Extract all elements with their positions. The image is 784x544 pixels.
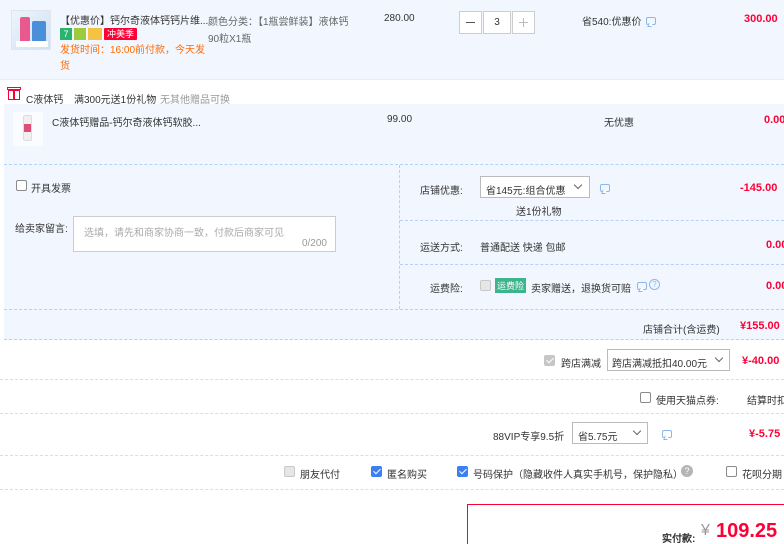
insurance-tag: 运费险 (495, 278, 527, 293)
vip-label: 88VIP专享9.5折 (493, 432, 565, 443)
vip-info-icon[interactable] (662, 430, 672, 438)
points-row: 使用天猫点券: 结算时扣 (0, 380, 784, 414)
insurance-text: 卖家赠送，退换货可赔 (531, 284, 631, 295)
footer-options-row: 朋友代付 匿名购买 号码保护（隐藏收件人真实手机号，保护隐私） ? 花呗分期 (0, 456, 784, 490)
store-discount-section: 店铺优惠: 省145元:组合优惠 送1份礼物 -145.00 (400, 165, 784, 221)
vip-amount: ¥-5.75 (749, 428, 781, 440)
total-box: 实付款: ¥ 109.25 (467, 504, 784, 544)
total-label: 实付款: (662, 534, 696, 544)
message-label: 给卖家留言: (15, 224, 68, 235)
seller-message-input[interactable]: 选填，请先和商家协商一致，付款后商家可见 0/200 (73, 216, 336, 252)
order-item-row-2: C液体钙赠品-钙尔奇液体钙软胶... 99.00 无优惠 0.00 (4, 104, 784, 164)
store-discount-sub: 送1份礼物 (516, 207, 562, 218)
anonymous-label: 匿名购买 (387, 470, 427, 481)
chevron-down-icon (573, 180, 583, 190)
cross-store-row: 跨店满减 跨店满减抵扣40.00元 ¥-40.00 (0, 340, 784, 380)
promo-icon-card (88, 28, 102, 40)
insurance-msg-icon[interactable] (637, 282, 647, 290)
huabei-label: 花呗分期 (742, 470, 782, 481)
friend-pay-label: 朋友代付 (300, 470, 340, 481)
privacy-checkbox[interactable] (457, 466, 468, 477)
days-badge: 7 (60, 28, 72, 40)
privacy-label: 号码保护（隐藏收件人真实手机号，保护隐私） (473, 470, 683, 481)
ship-time-notice: 发货时间：16:00前付款，今天发货 (60, 45, 206, 72)
store-total-row: 店铺合计(含运费) ¥155.00 (4, 309, 784, 341)
insurance-label: 运费险: (430, 284, 463, 295)
gift-icon (7, 87, 21, 100)
spec-line-2: 90粒X1瓶 (208, 34, 252, 45)
cross-store-amount: ¥-40.00 (742, 355, 780, 367)
shipping-label: 运送方式: (420, 243, 463, 254)
store-discount-label: 店铺优惠: (420, 186, 463, 197)
vip-select[interactable]: 省5.75元 (572, 422, 648, 444)
message-counter: 0/200 (301, 238, 327, 249)
quantity-input[interactable]: 3 (483, 11, 511, 34)
invoice-checkbox[interactable] (16, 180, 27, 191)
gift-thumbnail[interactable] (13, 112, 43, 146)
badge-row: 7 冲美季 (60, 28, 138, 40)
insurance-section: 运费险: 运费险 卖家赠送，退换货可赔 ? 0.00 (400, 265, 784, 309)
chevron-down-icon (632, 426, 642, 436)
product-thumbnail[interactable] (11, 10, 51, 50)
left-options: 开具发票 给卖家留言: 选填，请先和商家协商一致，付款后商家可见 0/200 (4, 165, 400, 309)
store-discount-select[interactable]: 省145元:组合优惠 (480, 176, 590, 198)
event-badge: 冲美季 (104, 28, 138, 40)
right-options: 店铺优惠: 省145元:组合优惠 送1份礼物 -145.00 运送方式: 普通配… (400, 165, 784, 309)
increase-button[interactable] (512, 11, 535, 34)
points-label: 使用天猫点券: (656, 396, 719, 407)
friend-pay-checkbox (284, 466, 295, 477)
points-checkbox[interactable] (640, 392, 651, 403)
gift-title-link[interactable]: C液体钙赠品-钙尔奇液体钙软胶... (52, 114, 201, 129)
item-discount: 省540:优惠价 (582, 17, 642, 28)
unit-price: 280.00 (384, 13, 415, 24)
gift-discount: 无优惠 (604, 118, 634, 129)
shipping-section: 运送方式: 普通配送 快递 包邮 0.00 (400, 221, 784, 265)
store-total-value: ¥155.00 (740, 320, 780, 332)
invoice-label: 开具发票 (31, 184, 71, 195)
gift-promo-bar: C液体钙 满300元送1份礼物 无其他赠品可换 (0, 80, 784, 106)
total-currency: ¥ (701, 522, 710, 539)
help-icon[interactable]: ? (649, 279, 660, 290)
discount-info-icon[interactable] (646, 17, 656, 25)
order-options-panel: 开具发票 给卖家留言: 选填，请先和商家协商一致，付款后商家可见 0/200 店… (4, 164, 784, 340)
cross-store-label: 跨店满减 (561, 359, 601, 370)
points-note: 结算时扣 (747, 396, 784, 407)
decrease-button[interactable] (459, 11, 482, 34)
privacy-help-icon[interactable]: ? (681, 465, 693, 477)
product-title-link[interactable]: 【优惠价】钙尔奇液体钙钙片维... (60, 12, 210, 27)
promo-icon-green (74, 28, 86, 40)
cross-store-checkbox (544, 355, 555, 366)
total-value: 109.25 (716, 520, 778, 542)
huabei-checkbox[interactable] (726, 466, 737, 477)
anonymous-checkbox[interactable] (371, 466, 382, 477)
cross-store-select[interactable]: 跨店满减抵扣40.00元 (607, 349, 730, 371)
gift-subtotal: 0.00 (764, 114, 784, 126)
spec-line-1: 颜色分类：【1瓶尝鲜装】液体钙 (208, 17, 349, 28)
insurance-checkbox (480, 280, 491, 291)
store-total-label: 店铺合计(含运费) (643, 325, 720, 336)
message-placeholder: 选填，请先和商家协商一致，付款后商家可见 (84, 228, 284, 239)
shipping-value: 普通配送 快递 包邮 (480, 243, 566, 254)
shipping-amount: 0.00 (766, 239, 784, 251)
gift-unit-price: 99.00 (387, 114, 413, 125)
chevron-down-icon (714, 353, 724, 363)
store-discount-info-icon[interactable] (600, 184, 610, 192)
quantity-stepper[interactable]: 3 (459, 11, 535, 34)
insurance-amount: 0.00 (766, 280, 784, 292)
vip-row: 88VIP专享9.5折 省5.75元 ¥-5.75 (0, 414, 784, 456)
item-subtotal: 300.00 (744, 13, 778, 25)
order-item-row-1: 【优惠价】钙尔奇液体钙钙片维... 7 冲美季 发货时间：16:00前付款，今天… (0, 0, 784, 80)
store-discount-amount: -145.00 (740, 182, 778, 194)
